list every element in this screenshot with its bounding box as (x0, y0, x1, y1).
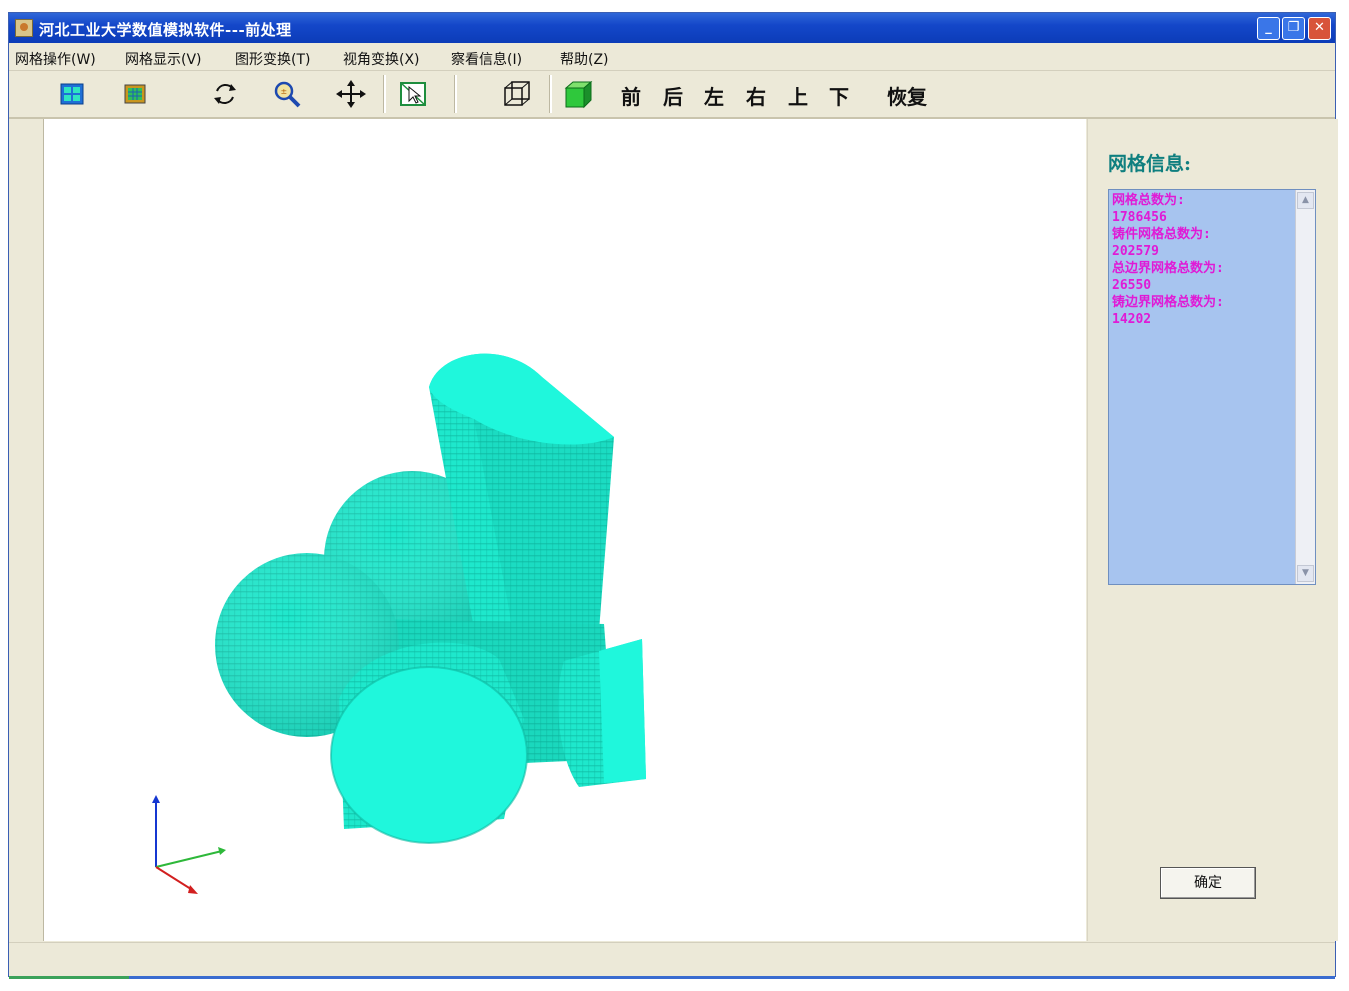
window-title: 河北工业大学数值模拟软件---前处理 (39, 21, 292, 39)
view-front-button[interactable]: 前 (621, 81, 641, 110)
info-line-casting-label: 铸件网格总数为: (1112, 227, 1211, 242)
toolbar-separator (454, 75, 457, 113)
mesh-cylinder-front (330, 642, 528, 844)
toolbar-separator (383, 75, 386, 113)
info-line-boundary-value: 26550 (1112, 278, 1152, 293)
info-line-casting-value: 202579 (1112, 244, 1159, 259)
left-dock-strip (9, 119, 44, 941)
info-line-casting-boundary-label: 铸边界网格总数为: (1112, 295, 1224, 310)
svg-text:±: ± (281, 87, 288, 96)
close-button[interactable]: ✕ (1308, 17, 1331, 40)
mesh-info-text: 网格总数为: 1786456 铸件网格总数为: 202579 总边界网格总数为:… (1112, 192, 1292, 328)
menu-mesh-display[interactable]: 网格显示(V) (125, 49, 202, 69)
colored-mesh-icon[interactable] (119, 79, 151, 109)
panel-title: 网格信息: (1108, 153, 1192, 175)
mesh-disk-right (558, 639, 646, 787)
zoom-icon[interactable]: ± (271, 79, 303, 109)
info-line-boundary-label: 总边界网格总数为: (1112, 261, 1224, 276)
select-icon[interactable] (397, 79, 429, 109)
scroll-down-icon[interactable]: ▼ (1297, 565, 1314, 582)
info-line-casting-boundary-value: 14202 (1112, 312, 1152, 327)
3d-viewport[interactable] (44, 119, 1086, 941)
solid-cube-icon[interactable] (562, 79, 594, 109)
toolbar: ± 前 后 左 右 上 下 恢复 (9, 71, 1335, 119)
wireframe-cube-icon[interactable] (501, 79, 533, 109)
view-right-button[interactable]: 右 (746, 81, 766, 110)
menu-view-transform[interactable]: 视角变换(X) (343, 49, 420, 69)
menu-bar: 网格操作(W) 网格显示(V) 图形变换(T) 视角变换(X) 察看信息(I) … (9, 44, 1335, 71)
toolbar-separator (549, 75, 552, 113)
mesh-model-render (152, 353, 646, 894)
title-bar[interactable]: 河北工业大学数值模拟软件---前处理 _ ❐ ✕ (9, 13, 1335, 43)
menu-mesh-operation[interactable]: 网格操作(W) (15, 49, 96, 69)
maximize-button[interactable]: ❐ (1282, 17, 1305, 40)
minimize-button[interactable]: _ (1257, 17, 1280, 40)
rotate-icon[interactable] (209, 79, 241, 109)
menu-help[interactable]: 帮助(Z) (560, 49, 609, 69)
app-window: 河北工业大学数值模拟软件---前处理 _ ❐ ✕ 网格操作(W) 网格显示(V)… (8, 12, 1338, 979)
mesh-info-panel: 网格信息: 网格总数为: 1786456 铸件网格总数为: 202579 总边界… (1087, 119, 1338, 941)
pan-icon[interactable] (335, 79, 367, 109)
view-bottom-button[interactable]: 下 (829, 81, 849, 110)
menu-graphic-transform[interactable]: 图形变换(T) (235, 49, 310, 69)
view-left-button[interactable]: 左 (704, 81, 724, 110)
mesh-grid-icon[interactable] (56, 79, 88, 109)
status-divider (9, 976, 1335, 979)
mesh-info-textbox[interactable]: 网格总数为: 1786456 铸件网格总数为: 202579 总边界网格总数为:… (1108, 189, 1316, 585)
restore-view-button[interactable]: 恢复 (887, 81, 927, 110)
view-back-button[interactable]: 后 (663, 81, 683, 110)
scroll-up-icon[interactable]: ▲ (1297, 192, 1314, 209)
app-icon (15, 19, 33, 37)
axis-triad (152, 795, 226, 894)
ok-button[interactable]: 确定 (1160, 867, 1256, 899)
info-scrollbar[interactable]: ▲ ▼ (1295, 190, 1315, 584)
status-progress (9, 976, 129, 979)
info-line-total-value: 1786456 (1112, 210, 1167, 225)
menu-view-info[interactable]: 察看信息(I) (451, 49, 522, 69)
status-bar (9, 942, 1335, 979)
view-top-button[interactable]: 上 (788, 81, 808, 110)
info-line-total-label: 网格总数为: (1112, 193, 1185, 208)
